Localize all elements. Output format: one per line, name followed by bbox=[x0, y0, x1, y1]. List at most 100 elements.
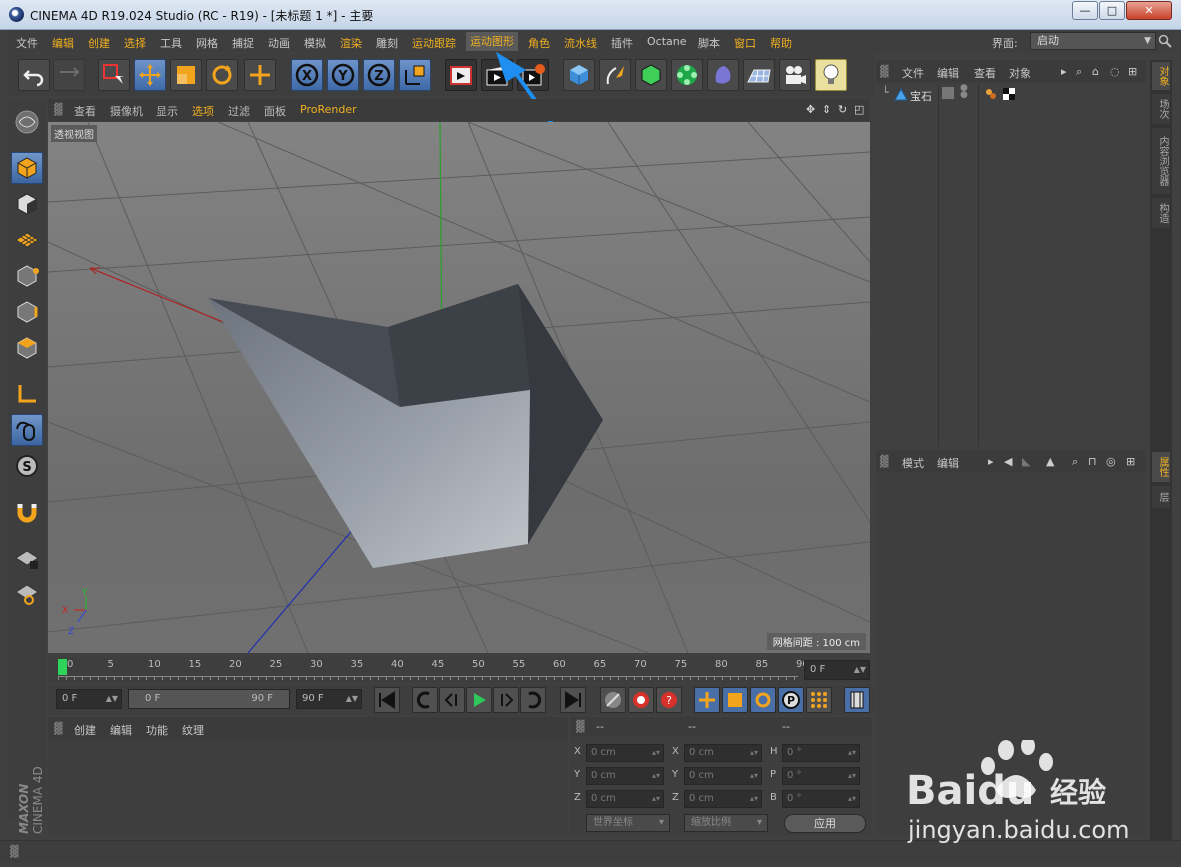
attribute-menu-mode[interactable]: 模式 bbox=[902, 455, 924, 471]
menu-more-icon[interactable]: ▸ bbox=[1061, 65, 1067, 78]
eye-icon[interactable]: ◌ bbox=[1110, 65, 1120, 78]
object-menu-objects[interactable]: 对象 bbox=[1009, 65, 1031, 81]
spinner-icon[interactable]: ▴▾ bbox=[848, 791, 856, 807]
search-icon[interactable]: ⌕ bbox=[1076, 65, 1082, 79]
preview-range-slider[interactable]: 0 F 90 F bbox=[128, 689, 290, 709]
object-menu-view[interactable]: 查看 bbox=[974, 65, 996, 81]
menu-item-19[interactable]: 帮助 bbox=[770, 35, 792, 51]
end-frame-field[interactable]: 90 F ▲▼ bbox=[296, 689, 362, 709]
scale-button[interactable] bbox=[170, 59, 202, 91]
go-to-end-button[interactable] bbox=[560, 687, 586, 713]
points-mode-button[interactable] bbox=[11, 260, 43, 292]
render-picture-viewer-button[interactable] bbox=[481, 59, 513, 91]
keyframe-selection-button[interactable]: ? bbox=[656, 687, 682, 713]
menu-item-0[interactable]: 文件 bbox=[16, 35, 38, 51]
camera-button[interactable] bbox=[779, 59, 811, 91]
current-frame-field[interactable]: 0 F ▲▼ bbox=[804, 660, 870, 680]
close-button[interactable]: ✕ bbox=[1126, 1, 1172, 20]
material-menu-function[interactable]: 功能 bbox=[146, 722, 168, 738]
search-icon[interactable]: ⌕ bbox=[1072, 455, 1078, 469]
coordinate-system-button[interactable] bbox=[399, 59, 431, 91]
drag-handle-icon[interactable]: ▓ bbox=[576, 720, 584, 733]
home-icon[interactable]: ⌂ bbox=[1092, 65, 1099, 78]
lock-icon[interactable]: ⊓ bbox=[1088, 455, 1097, 468]
menu-item-17[interactable]: 脚本 bbox=[698, 35, 720, 51]
light-button[interactable] bbox=[815, 59, 847, 91]
minimize-button[interactable]: — bbox=[1072, 1, 1098, 20]
forward-arrow-icon[interactable]: ◣ bbox=[1022, 455, 1030, 468]
menu-item-15[interactable]: 插件 bbox=[611, 35, 633, 51]
timeline-ruler[interactable]: 0 5 10 15 20 25 30 35 40 45 50 55 60 65 70 75 80 85 90 0 F… bbox=[48, 657, 870, 683]
pen-button[interactable] bbox=[599, 59, 631, 91]
phong-tag-icon[interactable] bbox=[984, 87, 998, 101]
rotate-button[interactable] bbox=[206, 59, 238, 91]
axis-mode-button[interactable] bbox=[11, 378, 43, 410]
snap-button[interactable] bbox=[11, 496, 43, 528]
tab-structure[interactable]: 构造 bbox=[1152, 198, 1170, 228]
key-rotation-button[interactable] bbox=[750, 687, 776, 713]
tab-takes[interactable]: 场次 bbox=[1152, 94, 1170, 124]
coord-value-field[interactable]: 0 cm ▴▾ bbox=[684, 744, 762, 762]
coord-value-field[interactable]: 0 cm ▴▾ bbox=[586, 767, 664, 785]
perspective-viewport[interactable]: X Y Z 透视视图 网格间距 : 100 cm bbox=[48, 122, 870, 653]
texture-mode-button[interactable] bbox=[11, 188, 43, 220]
menu-item-13[interactable]: 角色 bbox=[528, 35, 550, 51]
menu-more-icon[interactable]: ▸ bbox=[988, 455, 994, 468]
search-icon[interactable] bbox=[1158, 34, 1172, 48]
tweak-mode-button[interactable] bbox=[11, 414, 43, 446]
tab-objects[interactable]: 对象 bbox=[1152, 62, 1170, 90]
z-axis-button[interactable]: Z bbox=[363, 59, 395, 91]
menu-item-14[interactable]: 流水线 bbox=[564, 35, 597, 51]
apply-button[interactable]: 应用 bbox=[784, 814, 866, 833]
spinner-icon[interactable]: ▴▾ bbox=[750, 791, 758, 807]
render-settings-button[interactable] bbox=[517, 59, 549, 91]
coord-value-field[interactable]: 0 cm ▴▾ bbox=[586, 790, 664, 808]
object-menu-file[interactable]: 文件 bbox=[902, 65, 924, 81]
object-name[interactable]: 宝石 bbox=[910, 88, 932, 104]
spinner-icon[interactable]: ▲▼ bbox=[854, 661, 866, 679]
undo-button[interactable] bbox=[18, 59, 50, 91]
previous-frame-button[interactable] bbox=[439, 687, 465, 713]
attribute-menu-edit[interactable]: 编辑 bbox=[937, 455, 959, 471]
go-to-start-button[interactable] bbox=[374, 687, 400, 713]
key-parameter-button[interactable]: P bbox=[778, 687, 804, 713]
deformer-button[interactable] bbox=[707, 59, 739, 91]
autokey-button[interactable] bbox=[628, 687, 654, 713]
lock-workplane-button[interactable] bbox=[11, 542, 43, 574]
menu-item-4[interactable]: 工具 bbox=[160, 35, 182, 51]
y-axis-button[interactable]: Y bbox=[327, 59, 359, 91]
uvw-tag-icon[interactable] bbox=[1002, 87, 1016, 101]
material-menu-create[interactable]: 创建 bbox=[74, 722, 96, 738]
drag-handle-icon[interactable]: ▓ bbox=[880, 65, 888, 78]
layer-icon[interactable] bbox=[942, 87, 954, 99]
size-mode-select[interactable]: 缩放比例 ▾ bbox=[684, 814, 768, 832]
menu-item-10[interactable]: 雕刻 bbox=[376, 35, 398, 51]
model-mode-button[interactable] bbox=[11, 152, 43, 184]
new-panel-icon[interactable]: ⊞ bbox=[1126, 455, 1135, 468]
record-keys-button[interactable] bbox=[600, 687, 626, 713]
make-editable-button[interactable] bbox=[11, 106, 43, 138]
viewport-menu-view[interactable]: 查看 bbox=[74, 103, 96, 119]
menu-item-12[interactable]: 运动图形 bbox=[466, 32, 518, 51]
spinner-icon[interactable]: ▴▾ bbox=[652, 768, 660, 784]
play-button[interactable] bbox=[466, 687, 492, 713]
target-icon[interactable]: ◎ bbox=[1106, 455, 1116, 468]
playhead-marker[interactable] bbox=[58, 659, 67, 675]
material-menu-texture[interactable]: 纹理 bbox=[182, 722, 204, 738]
object-menu-edit[interactable]: 编辑 bbox=[937, 65, 959, 81]
drag-handle-icon[interactable]: ▓ bbox=[54, 722, 62, 735]
viewport-menu-prorender[interactable]: ProRender bbox=[300, 103, 357, 116]
edges-mode-button[interactable] bbox=[11, 296, 43, 328]
drag-handle-icon[interactable]: ▓ bbox=[880, 455, 888, 468]
x-axis-button[interactable]: X bbox=[291, 59, 323, 91]
back-arrow-icon[interactable]: ◀ bbox=[1004, 455, 1012, 468]
new-panel-icon[interactable]: ⊞ bbox=[1128, 65, 1137, 78]
polygons-mode-button[interactable] bbox=[11, 332, 43, 364]
menu-item-3[interactable]: 选择 bbox=[124, 35, 146, 51]
key-scale-button[interactable] bbox=[722, 687, 748, 713]
interface-select[interactable]: 启动 ▼ bbox=[1030, 32, 1156, 50]
redo-button[interactable] bbox=[53, 59, 85, 91]
subdivision-button[interactable] bbox=[635, 59, 667, 91]
menu-item-1[interactable]: 编辑 bbox=[52, 35, 74, 51]
coord-value-field[interactable]: 0 ° ▴▾ bbox=[782, 744, 860, 762]
